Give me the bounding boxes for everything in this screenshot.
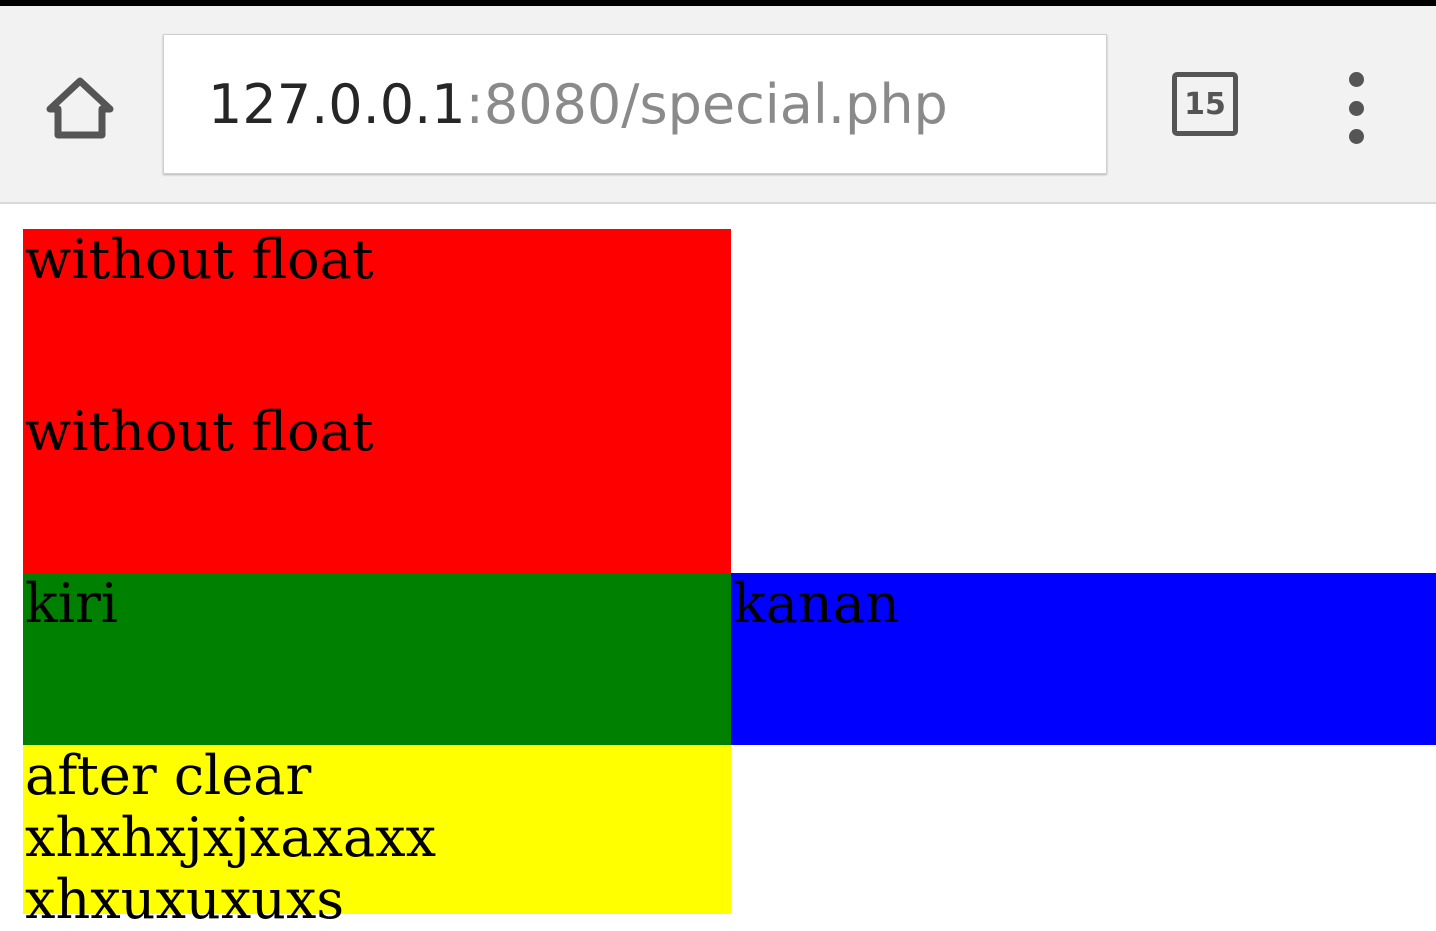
- menu-dot: [1348, 129, 1364, 144]
- box-label: kiri: [25, 572, 119, 635]
- box-label: without float: [25, 228, 374, 291]
- more-vert-icon[interactable]: [1330, 72, 1382, 144]
- menu-dot: [1348, 100, 1364, 116]
- box-float-left: kiri: [23, 573, 731, 745]
- box-without-float-1: without float: [23, 229, 731, 401]
- box-float-right: kanan: [731, 573, 1436, 745]
- browser-toolbar: 127.0.0.1:8080/special.php 15: [0, 6, 1436, 204]
- box-label: kanan: [733, 572, 900, 635]
- page-content: without float without float kiri kanan a…: [0, 204, 1436, 931]
- address-bar[interactable]: 127.0.0.1:8080/special.php: [163, 34, 1107, 174]
- box-label: after clear xhxhxjxjxaxaxx xhxuxuxuxs: [25, 744, 437, 931]
- home-button[interactable]: [40, 70, 120, 146]
- url-host: 127.0.0.1: [208, 72, 466, 136]
- url-path: :8080/special.php: [465, 72, 948, 136]
- box-label: without float: [25, 400, 374, 463]
- home-icon: [46, 77, 114, 139]
- menu-dot: [1348, 72, 1364, 87]
- box-after-clear: after clear xhxhxjxjxaxaxx xhxuxuxuxs: [23, 745, 731, 931]
- tab-switcher-button[interactable]: 15: [1172, 72, 1238, 136]
- tab-count: 15: [1184, 86, 1226, 122]
- box-without-float-2: without float: [23, 401, 731, 573]
